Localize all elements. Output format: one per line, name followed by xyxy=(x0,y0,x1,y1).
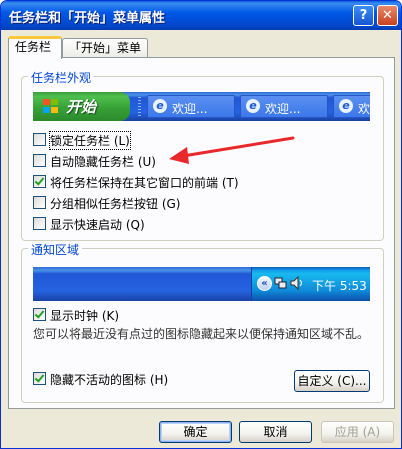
clock-text: 下午 5:53 xyxy=(312,279,367,293)
volume-icon xyxy=(290,276,302,290)
chevron-left-icon: « xyxy=(257,276,272,291)
show-clock-checkbox[interactable] xyxy=(33,308,46,321)
network-icon xyxy=(274,277,287,289)
group-title-notification: 通知区域 xyxy=(28,241,83,258)
notification-description: 您可以将最近没有点过的图标隐藏起来以便保持通知区域不乱。 xyxy=(33,327,370,341)
taskbar-properties-dialog: 任务栏和「开始」菜单属性 ? ✕ 任务栏 「开始」菜单 任务栏外观 开始 e 欢… xyxy=(0,0,402,449)
notification-preview: « 下午 5:53 xyxy=(33,267,370,301)
cancel-button[interactable]: 取消 xyxy=(239,421,312,443)
apply-button[interactable]: 应用 (A) xyxy=(321,421,394,443)
show-clock-label: 显示时钟 (K) xyxy=(50,309,120,323)
tab-taskbar[interactable]: 任务栏 xyxy=(8,36,62,59)
system-tray: « 下午 5:53 xyxy=(251,267,370,301)
ok-button[interactable]: 确定 xyxy=(159,421,232,443)
hide-inactive-label: 隐藏不活动的图标 (H) xyxy=(50,373,169,387)
hide-inactive-checkbox[interactable] xyxy=(33,372,46,385)
customize-button[interactable]: 自定义 (C)... xyxy=(294,370,370,392)
